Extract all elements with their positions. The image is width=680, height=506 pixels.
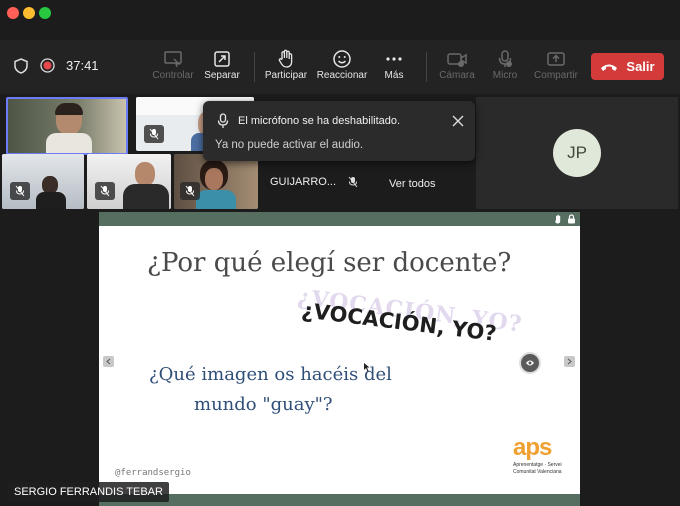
- chevron-left-icon: [106, 358, 111, 365]
- muted-indicator: [180, 182, 200, 200]
- mic-off-icon: [498, 50, 512, 67]
- more-label: Más: [384, 70, 404, 81]
- avatar: JP: [553, 129, 601, 177]
- mic-off-icon: [149, 128, 159, 140]
- participant-body: [123, 184, 169, 209]
- hand-icon[interactable]: [553, 214, 563, 224]
- slide-question-line2: mundo "guay"?: [194, 394, 333, 415]
- recording-icon[interactable]: [40, 58, 55, 73]
- eye-icon: [526, 360, 534, 366]
- more-icon: [386, 57, 402, 61]
- share-label: Compartir: [534, 70, 578, 81]
- participant-body: [36, 192, 66, 209]
- mic-off-icon: [185, 185, 195, 197]
- slide-header-bar: [99, 212, 580, 226]
- active-speaker-name: SERGIO FERRANDIS TEBAR: [8, 482, 169, 502]
- lock-icon[interactable]: [567, 214, 576, 224]
- separate-label: Separar: [204, 70, 240, 81]
- chevron-right-icon: [567, 358, 572, 365]
- separate-button[interactable]: Separar: [192, 48, 252, 81]
- aps-logo: aps Aprenentatge · Servei Comunitat Vale…: [513, 436, 563, 476]
- mic-icon: [217, 113, 229, 128]
- hang-up-icon: [601, 64, 618, 71]
- slide-handle: @ferrandsergio: [115, 468, 191, 478]
- react-button[interactable]: Reaccionar: [312, 48, 372, 81]
- leave-button[interactable]: Salir: [591, 53, 664, 80]
- participant-name-tile[interactable]: GUIJARRO...: [270, 176, 358, 188]
- minimize-window-button[interactable]: [23, 7, 35, 19]
- window-titlebar: [0, 0, 680, 40]
- muted-indicator: [144, 125, 164, 143]
- share-button[interactable]: Compartir: [526, 48, 586, 81]
- meeting-toolbar: 37:41 Controlar Separar Participar Reacc…: [0, 40, 680, 94]
- muted-indicator: [10, 182, 30, 200]
- mic-disabled-notification: El micrófono se ha deshabilitado. Ya no …: [203, 101, 475, 161]
- view-toggle-button[interactable]: [519, 352, 541, 374]
- speaker-shirt: [46, 133, 92, 153]
- mic-off-icon: [348, 176, 358, 188]
- participate-label: Participar: [264, 70, 308, 81]
- notification-title: El micrófono se ha deshabilitado.: [238, 115, 401, 127]
- raise-hand-icon: [278, 49, 293, 68]
- close-icon[interactable]: [452, 115, 464, 127]
- muted-indicator: [95, 182, 115, 200]
- aps-logo-text: aps: [513, 434, 552, 461]
- pop-out-icon: [214, 51, 230, 67]
- mic-off-icon: [15, 185, 25, 197]
- participant-body: [196, 190, 236, 209]
- mic-off-icon: [100, 185, 110, 197]
- share-icon: [547, 52, 565, 66]
- participate-button[interactable]: Participar: [256, 48, 316, 81]
- see-all-button[interactable]: Ver todos: [389, 178, 435, 190]
- camera-off-icon: [447, 53, 467, 67]
- participant-head: [135, 162, 155, 186]
- aps-logo-sub2: Comunitat Valenciana: [513, 469, 562, 475]
- screen-control-icon: [164, 51, 182, 68]
- slide-heading: ¿Por qué elegí ser docente?: [147, 248, 512, 278]
- slide-footer-bar: [99, 494, 580, 506]
- shared-screen-slide: ¿Por qué elegí ser docente? ¿VOCACIÓN, Y…: [99, 212, 580, 506]
- participant-name: GUIJARRO...: [270, 176, 337, 188]
- participant-tile[interactable]: [2, 154, 84, 209]
- toolbar-divider: [254, 52, 255, 82]
- maximize-window-button[interactable]: [39, 7, 51, 19]
- participant-tile-avatar[interactable]: JP: [476, 97, 678, 209]
- next-slide-button[interactable]: [564, 356, 575, 367]
- smiley-icon: [333, 50, 351, 68]
- participant-head: [205, 168, 223, 190]
- aps-logo-sub1: Aprenentatge · Servei: [513, 462, 562, 468]
- react-label: Reaccionar: [316, 70, 368, 81]
- slide-question-line1: ¿Qué imagen os hacéis del: [149, 364, 392, 385]
- more-button[interactable]: Más: [364, 48, 424, 81]
- speaker-hair: [55, 103, 83, 115]
- close-window-button[interactable]: [7, 7, 19, 19]
- leave-label: Salir: [626, 59, 655, 74]
- participant-tile[interactable]: [174, 154, 258, 209]
- notification-subtitle: Ya no puede activar el audio.: [215, 139, 364, 151]
- mouse-cursor-icon: [364, 363, 370, 372]
- meeting-timer: 37:41: [66, 58, 99, 73]
- shield-icon[interactable]: [14, 58, 28, 74]
- participant-tile[interactable]: [87, 154, 171, 209]
- previous-slide-button[interactable]: [103, 356, 114, 367]
- participant-tile-active-speaker[interactable]: [6, 97, 128, 155]
